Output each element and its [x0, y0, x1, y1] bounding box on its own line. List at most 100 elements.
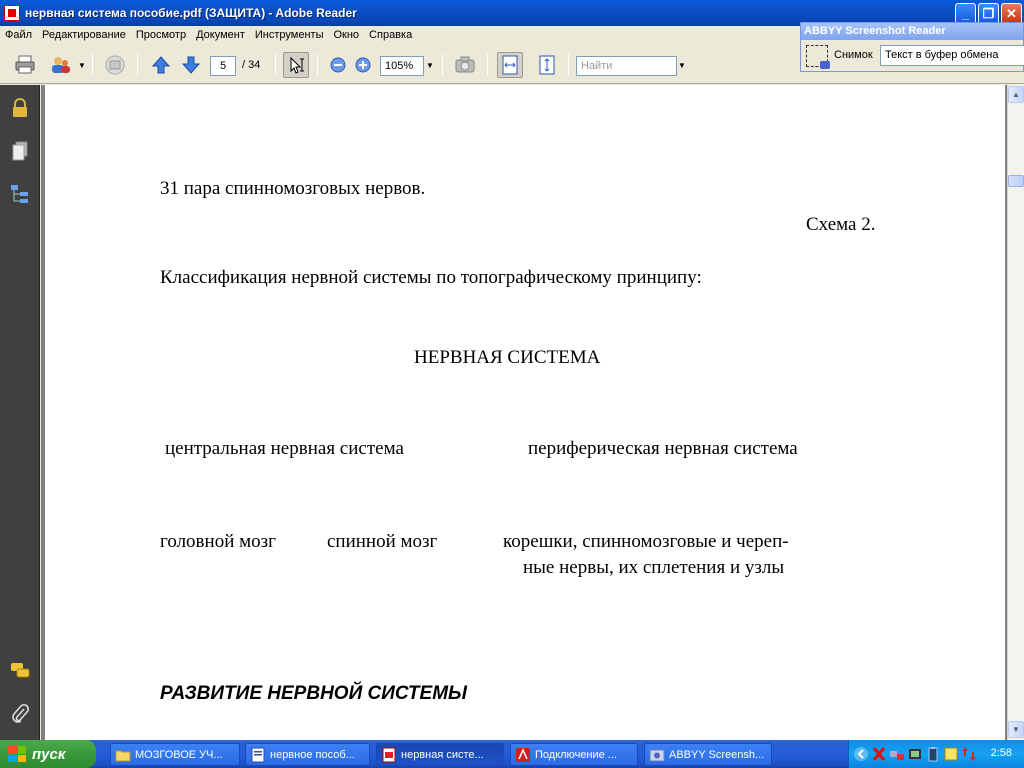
taskbar-item-folder[interactable]: МОЗГОВОЕ УЧ... [110, 743, 240, 766]
next-page-button[interactable] [178, 52, 204, 78]
pdf-page[interactable]: 31 пара спинномозговых нервов. Схема 2. … [45, 85, 1005, 740]
arrow-down-icon [181, 56, 201, 74]
find-input[interactable]: Найти [576, 56, 677, 76]
people-icon [52, 57, 70, 73]
clock[interactable]: 2:58 [991, 747, 1012, 759]
comments-icon[interactable] [9, 660, 31, 682]
fit-page-button[interactable] [534, 52, 560, 78]
toolbar-separator [442, 54, 443, 76]
fit-width-icon [502, 55, 518, 75]
select-tool-button[interactable] [283, 52, 309, 78]
window-title: нервная система пособие.pdf (ЗАЩИТА) - A… [25, 6, 357, 20]
toolbar-separator [92, 54, 93, 76]
taskbar-item-word[interactable]: нервное пособ... [245, 743, 370, 766]
taskbar-item-abbyy[interactable]: ABBYY Screensh... [644, 743, 772, 766]
share-button[interactable] [48, 52, 74, 78]
scheme-central: центральная нервная система [165, 438, 404, 459]
task-label: МОЗГОВОЕ УЧ... [135, 748, 223, 761]
task-label: нервное пособ... [270, 748, 355, 761]
close-button[interactable]: ✕ [1001, 3, 1022, 24]
abbyy-title[interactable]: ABBYY Screenshot Reader [801, 23, 1023, 40]
previous-page-button[interactable] [148, 52, 174, 78]
zoom-in-button[interactable] [350, 52, 376, 78]
zoom-dropdown-arrow-icon[interactable]: ▼ [424, 56, 436, 76]
scheme-brain: головной мозг [160, 531, 276, 552]
scroll-up-button[interactable]: ▲ [1008, 86, 1024, 103]
scheme-label: Схема 2. [806, 214, 876, 235]
toolbar-separator [317, 54, 318, 76]
task-label: Подключение ... [535, 748, 617, 761]
vertical-scrollbar[interactable]: ▲ ▼ [1007, 85, 1024, 740]
page-total: / 34 [242, 59, 261, 71]
menu-file[interactable]: Файл [0, 29, 37, 41]
toolbar-separator [568, 54, 569, 76]
software-icon[interactable] [907, 746, 923, 762]
task-label: ABBYY Screensh... [669, 748, 765, 761]
minimize-button[interactable]: _ [955, 3, 976, 24]
capture-target-select[interactable]: Текст в буфер обмена [880, 45, 1024, 66]
menu-bar: Файл Редактирование Просмотр Документ Ин… [0, 26, 800, 44]
lock-icon[interactable] [9, 97, 31, 119]
navigation-pane [0, 85, 40, 740]
scheme-root: НЕРВНАЯ СИСТЕМА [414, 347, 601, 368]
menu-help[interactable]: Справка [364, 29, 417, 41]
start-button[interactable]: пуск [0, 740, 96, 768]
snapshot-button[interactable] [452, 52, 478, 78]
taskbar-item-connection[interactable]: Подключение ... [510, 743, 638, 766]
organizer-icon [105, 55, 125, 75]
page-number-input[interactable]: 5 [210, 56, 236, 76]
bookmarks-tree-icon[interactable] [9, 183, 31, 205]
abbyy-icon [649, 749, 665, 761]
chevron-left-icon[interactable] [853, 746, 869, 762]
camera-icon [455, 56, 475, 73]
zoom-in-icon [355, 57, 371, 73]
pdf-icon [382, 747, 396, 762]
antivirus-icon[interactable] [871, 746, 887, 762]
menu-window[interactable]: Окно [328, 29, 364, 41]
zoom-out-icon [330, 57, 346, 73]
zoom-level-input[interactable]: 105% [380, 56, 424, 76]
sync-arrows-icon[interactable] [961, 746, 977, 762]
battery-icon[interactable] [925, 746, 941, 762]
text-cursor-icon [290, 56, 304, 74]
task-label: нервная систе... [401, 748, 484, 761]
notes-icon[interactable] [943, 746, 959, 762]
snapshot-region-icon[interactable] [806, 45, 830, 69]
organizer-button[interactable] [102, 52, 128, 78]
menu-document[interactable]: Документ [191, 29, 250, 41]
scroll-down-button[interactable]: ▼ [1008, 721, 1024, 738]
share-dropdown-arrow-icon[interactable]: ▼ [76, 56, 88, 76]
text-line: 31 пара спинномозговых нервов. [160, 178, 426, 199]
scheme-roots-line2: ные нервы, их сплетения и узлы [523, 557, 785, 578]
taskbar: пуск МОЗГОВОЕ УЧ... нервное пособ... нер… [0, 740, 1024, 768]
maximize-button[interactable]: ❐ [978, 3, 999, 24]
folder-icon [115, 750, 131, 761]
pages-icon[interactable] [9, 140, 31, 162]
screen: нервная система пособие.pdf (ЗАЩИТА) - A… [0, 0, 1024, 768]
zoom-out-button[interactable] [325, 52, 351, 78]
scroll-thumb[interactable] [1008, 175, 1024, 187]
attachment-paperclip-icon[interactable] [9, 703, 31, 725]
find-dropdown-arrow-icon[interactable]: ▼ [676, 56, 688, 76]
network-icon[interactable] [889, 746, 905, 762]
section-heading: РАЗВИТИЕ НЕРВНОЙ СИСТЕМЫ [160, 683, 468, 704]
taskbar-item-adobe-reader[interactable]: нервная систе... [376, 743, 504, 766]
abbyy-screenshot-panel: ABBYY Screenshot Reader Снимок Текст в б… [800, 22, 1024, 72]
menu-tools[interactable]: Инструменты [250, 29, 329, 41]
document-area[interactable]: 31 пара спинномозговых нервов. Схема 2. … [41, 85, 1007, 740]
windows-logo-icon [8, 746, 26, 762]
fit-width-button[interactable] [497, 52, 523, 78]
adobe-icon [516, 747, 530, 762]
snapshot-label[interactable]: Снимок [834, 49, 873, 61]
menu-edit[interactable]: Редактирование [37, 29, 131, 41]
scheme-peripheral: периферическая нервная система [528, 438, 798, 459]
scheme-spinal: спинной мозг [327, 531, 438, 552]
printer-icon [15, 55, 35, 74]
toolbar-separator [487, 54, 488, 76]
print-button[interactable] [12, 52, 38, 78]
fit-page-icon [539, 55, 555, 75]
word-document-icon [251, 747, 265, 762]
toolbar-separator [137, 54, 138, 76]
menu-view[interactable]: Просмотр [131, 29, 191, 41]
system-tray: 2:58 [848, 740, 1024, 768]
